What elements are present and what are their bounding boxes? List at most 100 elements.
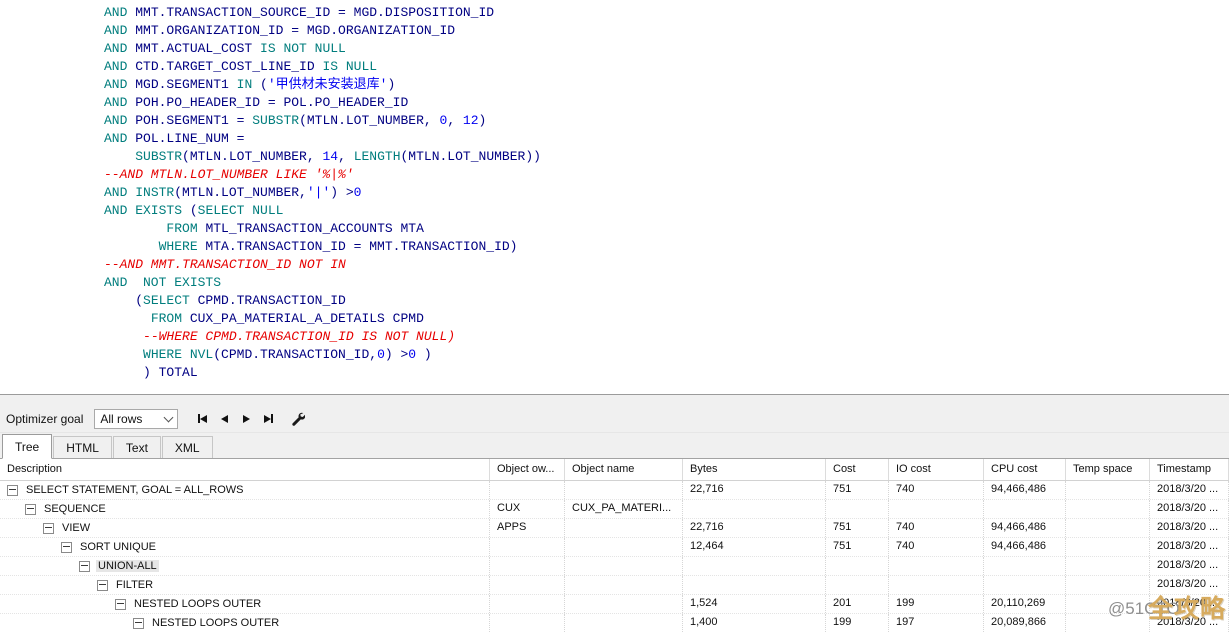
cell-bytes: 22,716: [683, 481, 826, 499]
code-line: AND NOT EXISTS: [104, 274, 1229, 292]
cell-description: VIEW: [0, 519, 490, 537]
grid-body: SELECT STATEMENT, GOAL = ALL_ROWS22,7167…: [0, 481, 1229, 632]
column-header-temp_space[interactable]: Temp space: [1066, 459, 1150, 480]
tab-bar: TreeHTMLTextXML: [0, 433, 1229, 459]
column-header-object_name[interactable]: Object name: [565, 459, 683, 480]
cell-cost: 199: [826, 614, 889, 632]
plan-row[interactable]: SEQUENCECUXCUX_PA_MATERI...2018/3/20 ...: [0, 500, 1229, 519]
code-line: AND EXISTS (SELECT NULL: [104, 202, 1229, 220]
plan-row[interactable]: UNION-ALL 2018/3/20 ...: [0, 557, 1229, 576]
cell-object_owner: APPS: [490, 519, 565, 537]
code-line: --AND MTLN.LOT_NUMBER LIKE '%|%': [104, 166, 1229, 184]
plan-row[interactable]: NESTED LOOPS OUTER1,52420119920,110,2692…: [0, 595, 1229, 614]
tab-xml[interactable]: XML: [162, 436, 213, 458]
tree-expand-icon[interactable]: [43, 523, 54, 534]
cell-object_owner: [490, 481, 565, 499]
column-header-object_owner[interactable]: Object ow...: [490, 459, 565, 480]
column-header-timestamp[interactable]: Timestamp: [1150, 459, 1229, 480]
cell-description: FILTER: [0, 576, 490, 594]
tab-tree[interactable]: Tree: [2, 434, 52, 459]
cell-object_name: [565, 595, 683, 613]
nav-next-button[interactable]: [236, 409, 257, 429]
column-header-description[interactable]: Description: [0, 459, 490, 480]
code-line: WHERE MTA.TRANSACTION_ID = MMT.TRANSACTI…: [104, 238, 1229, 256]
cell-object_owner: [490, 538, 565, 556]
tree-expand-icon[interactable]: [79, 561, 90, 572]
code-line: AND POH.SEGMENT1 = SUBSTR(MTLN.LOT_NUMBE…: [104, 112, 1229, 130]
plan-row[interactable]: NESTED LOOPS OUTER1,40019919720,089,8662…: [0, 614, 1229, 632]
plan-row[interactable]: FILTER2018/3/20 ...: [0, 576, 1229, 595]
cell-temp_space: [1066, 538, 1150, 556]
cell-temp_space: [1066, 519, 1150, 537]
tab-html[interactable]: HTML: [53, 436, 112, 458]
cell-bytes: 12,464: [683, 538, 826, 556]
plan-node-label: FILTER: [114, 579, 155, 591]
tree-expand-icon[interactable]: [25, 504, 36, 515]
tree-expand-icon[interactable]: [61, 542, 72, 553]
nav-prev-button[interactable]: [214, 409, 235, 429]
plan-node-label: UNION-ALL: [96, 560, 159, 572]
code-line: AND MMT.ACTUAL_COST IS NOT NULL: [104, 40, 1229, 58]
cell-timestamp: 2018/3/20 ...: [1150, 519, 1229, 537]
tree-expand-icon[interactable]: [115, 599, 126, 610]
cell-timestamp: 2018/3/20 ...: [1150, 538, 1229, 556]
column-header-cpu_cost[interactable]: CPU cost: [984, 459, 1066, 480]
nav-prev-icon: [221, 415, 228, 423]
plan-node-label: SEQUENCE: [42, 503, 108, 515]
code-line: AND MGD.SEGMENT1 IN ('甲供材未安装退库'): [104, 76, 1229, 94]
optimizer-goal-value: All rows: [100, 412, 142, 426]
column-header-io_cost[interactable]: IO cost: [889, 459, 984, 480]
tree-expand-icon[interactable]: [97, 580, 108, 591]
cell-temp_space: [1066, 576, 1150, 594]
horizontal-splitter[interactable]: [0, 394, 1229, 405]
cell-object_owner: [490, 557, 565, 575]
cell-object_name: [565, 538, 683, 556]
optimizer-goal-select[interactable]: All rows: [94, 409, 178, 429]
sql-editor[interactable]: AND MMT.TRANSACTION_SOURCE_ID = MGD.DISP…: [0, 0, 1229, 394]
cell-timestamp: 2018/3/20 ...: [1150, 557, 1229, 575]
column-header-cost[interactable]: Cost: [826, 459, 889, 480]
cell-object_name: [565, 576, 683, 594]
tab-text[interactable]: Text: [113, 436, 161, 458]
column-header-bytes[interactable]: Bytes: [683, 459, 826, 480]
cell-cpu_cost: [984, 557, 1066, 575]
code-line: AND INSTR(MTLN.LOT_NUMBER,'|') >0: [104, 184, 1229, 202]
plan-row[interactable]: SORT UNIQUE12,46475174094,466,4862018/3/…: [0, 538, 1229, 557]
code-line: WHERE NVL(CPMD.TRANSACTION_ID,0) >0 ): [104, 346, 1229, 364]
code-line: ) TOTAL: [104, 364, 1229, 382]
plan-node-label: NESTED LOOPS OUTER: [150, 617, 281, 629]
cell-cost: [826, 557, 889, 575]
code-line: AND CTD.TARGET_COST_LINE_ID IS NULL: [104, 58, 1229, 76]
cell-description: SELECT STATEMENT, GOAL = ALL_ROWS: [0, 481, 490, 499]
cell-cost: 751: [826, 538, 889, 556]
code-line: --AND MMT.TRANSACTION_ID NOT IN: [104, 256, 1229, 274]
settings-button[interactable]: [286, 409, 308, 429]
nav-last-button[interactable]: [258, 409, 279, 429]
cell-io_cost: 197: [889, 614, 984, 632]
tree-expand-icon[interactable]: [7, 485, 18, 496]
nav-first-button[interactable]: [192, 409, 213, 429]
tree-expand-icon[interactable]: [133, 618, 144, 629]
cell-cost: 751: [826, 519, 889, 537]
cell-cost: 201: [826, 595, 889, 613]
explain-plan-panel: Optimizer goal All rows: [0, 394, 1229, 632]
cell-cost: 751: [826, 481, 889, 499]
cell-io_cost: [889, 557, 984, 575]
cell-description: NESTED LOOPS OUTER: [0, 595, 490, 613]
plan-row[interactable]: VIEWAPPS22,71675174094,466,4862018/3/20 …: [0, 519, 1229, 538]
wrench-icon: [290, 411, 305, 426]
cell-bytes: 1,400: [683, 614, 826, 632]
cell-io_cost: [889, 576, 984, 594]
cell-cost: [826, 576, 889, 594]
code-line: AND MMT.ORGANIZATION_ID = MGD.ORGANIZATI…: [104, 22, 1229, 40]
cell-timestamp: 2018/3/20 ...: [1150, 500, 1229, 518]
cell-object_name: [565, 481, 683, 499]
cell-object_name: CUX_PA_MATERI...: [565, 500, 683, 518]
plan-node-label: NESTED LOOPS OUTER: [132, 598, 263, 610]
cell-object_name: [565, 614, 683, 632]
cell-io_cost: 740: [889, 538, 984, 556]
grid-header: DescriptionObject ow...Object nameBytesC…: [0, 459, 1229, 481]
plan-row[interactable]: SELECT STATEMENT, GOAL = ALL_ROWS 22,7167…: [0, 481, 1229, 500]
cell-temp_space: [1066, 500, 1150, 518]
code-line: AND POH.PO_HEADER_ID = POL.PO_HEADER_ID: [104, 94, 1229, 112]
